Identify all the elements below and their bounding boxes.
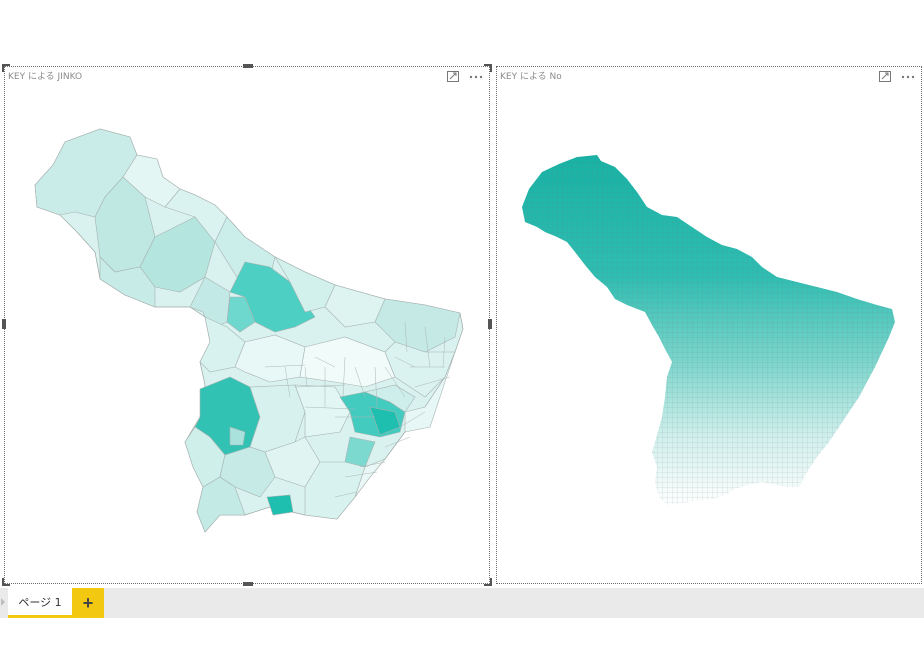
resize-handle-top[interactable]: [243, 64, 253, 68]
resize-handle-corner-tr[interactable]: [484, 64, 492, 72]
resize-handle-corner-tl[interactable]: [2, 64, 10, 72]
district: [266, 494, 294, 516]
page-tab-bar: ページ 1 +: [0, 588, 924, 618]
map-visual-jinko[interactable]: KEY による JINKO: [2, 64, 492, 586]
resize-handle-right[interactable]: [488, 319, 492, 329]
resize-handle-left[interactable]: [2, 319, 6, 329]
page-tab-1[interactable]: ページ 1: [8, 588, 72, 618]
resize-handle-corner-br[interactable]: [484, 578, 492, 586]
grid-map-no[interactable]: [497, 67, 923, 585]
map-visual-no[interactable]: KEY による No: [496, 66, 922, 584]
tab-scroll-left-icon[interactable]: [1, 598, 5, 606]
resize-handle-corner-bl[interactable]: [2, 578, 10, 586]
filled-map-jinko[interactable]: [5, 67, 491, 585]
resize-handle-bottom[interactable]: [243, 582, 253, 586]
add-page-button[interactable]: +: [72, 588, 104, 618]
grid-cells[interactable]: [517, 152, 907, 507]
